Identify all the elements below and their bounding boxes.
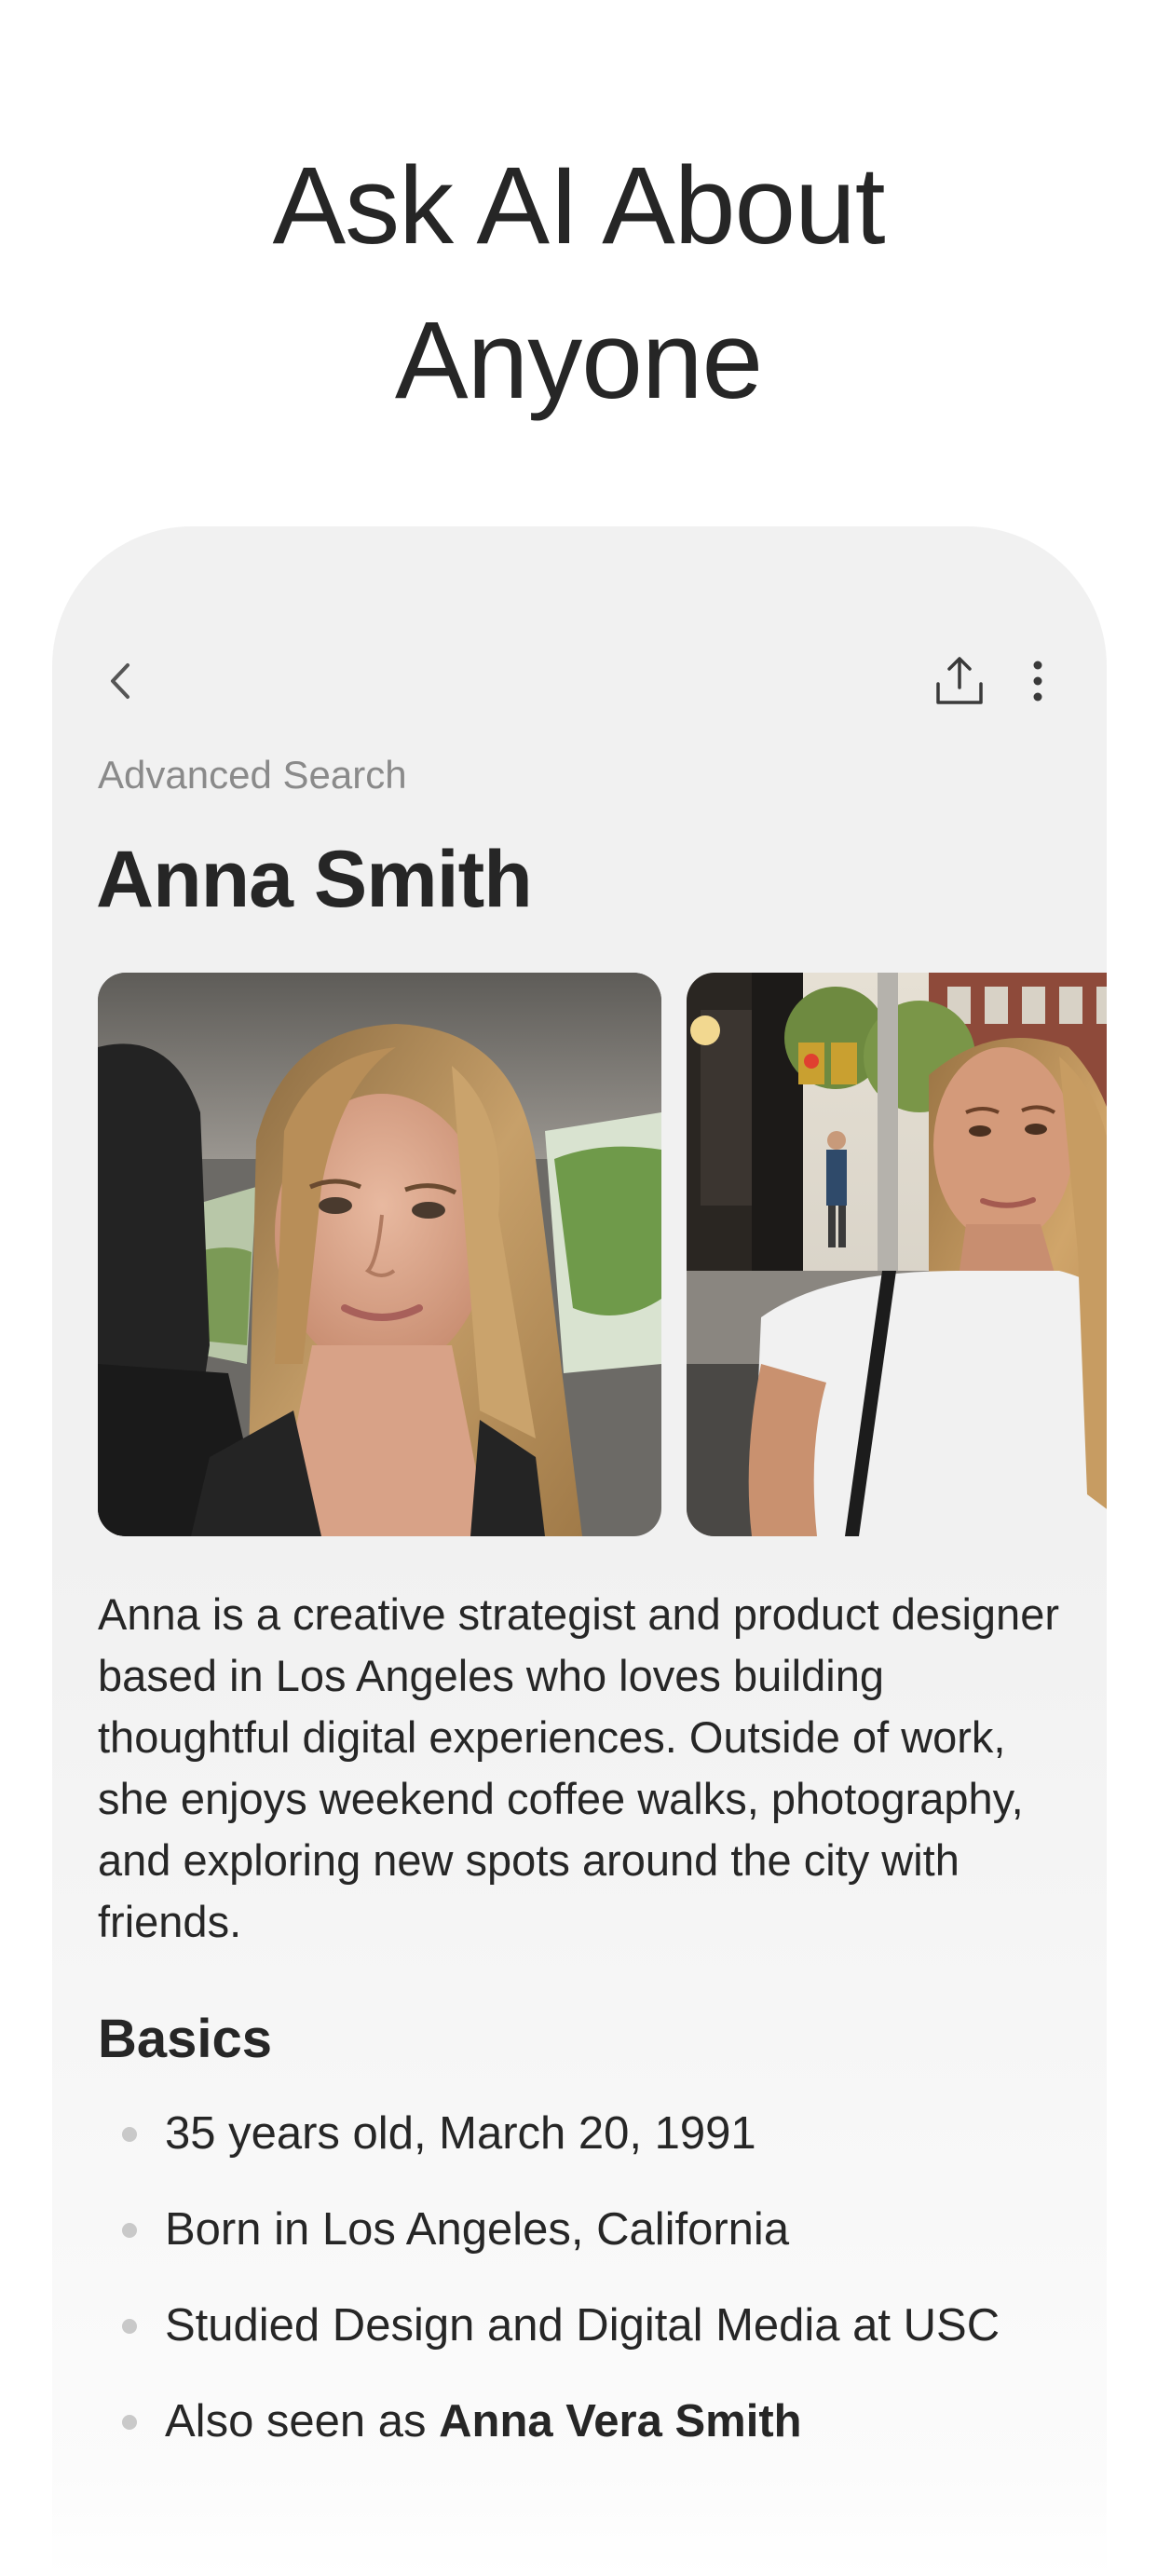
headline-line-2: Anyone xyxy=(394,299,763,422)
list-item: 35 years old, March 20, 1991 xyxy=(98,2101,1000,2197)
basics-item-prefix: Also seen as xyxy=(165,2396,440,2447)
alias-name: Anna Vera Smith xyxy=(439,2396,802,2447)
profile-photo-1[interactable] xyxy=(98,973,661,1536)
basics-item-text: 35 years old, March 20, 1991 xyxy=(165,2108,756,2159)
headline-line-1: Ask AI About xyxy=(272,144,885,267)
list-item: Also seen as Anna Vera Smith xyxy=(98,2389,1000,2485)
list-item: Born in Los Angeles, California xyxy=(98,2197,1000,2293)
street-photo-image xyxy=(687,973,1107,1536)
car-selfie-image xyxy=(98,973,661,1536)
profile-bio: Anna is a creative strategist and produc… xyxy=(98,1589,1059,1946)
basics-item-text: Born in Los Angeles, California xyxy=(165,2204,790,2255)
advanced-search-label: Advanced Search xyxy=(98,753,407,797)
profile-photo-2[interactable] xyxy=(687,973,1107,1536)
more-options-button[interactable] xyxy=(1017,653,1058,709)
chevron-left-icon xyxy=(111,663,129,699)
bullet-icon xyxy=(122,2127,137,2142)
share-upload-icon xyxy=(936,657,983,704)
basics-item-text: Studied Design and Digital Media at USC xyxy=(165,2300,1000,2351)
share-button[interactable] xyxy=(932,653,987,709)
bullet-icon xyxy=(122,2319,137,2334)
back-button[interactable] xyxy=(99,659,143,703)
page-headline: Ask AI About Anyone xyxy=(0,129,1157,438)
list-item: Studied Design and Digital Media at USC xyxy=(98,2293,1000,2389)
basics-list: 35 years old, March 20, 1991 Born in Los… xyxy=(98,2101,1000,2485)
profile-name: Anna Smith xyxy=(96,835,533,924)
more-vertical-icon xyxy=(1033,661,1042,702)
bullet-icon xyxy=(122,2223,137,2238)
basics-heading: Basics xyxy=(98,2009,273,2069)
bullet-icon xyxy=(122,2415,137,2430)
phone-screen-card: Advanced Search Anna Smith Anna is a cre… xyxy=(52,526,1107,2576)
